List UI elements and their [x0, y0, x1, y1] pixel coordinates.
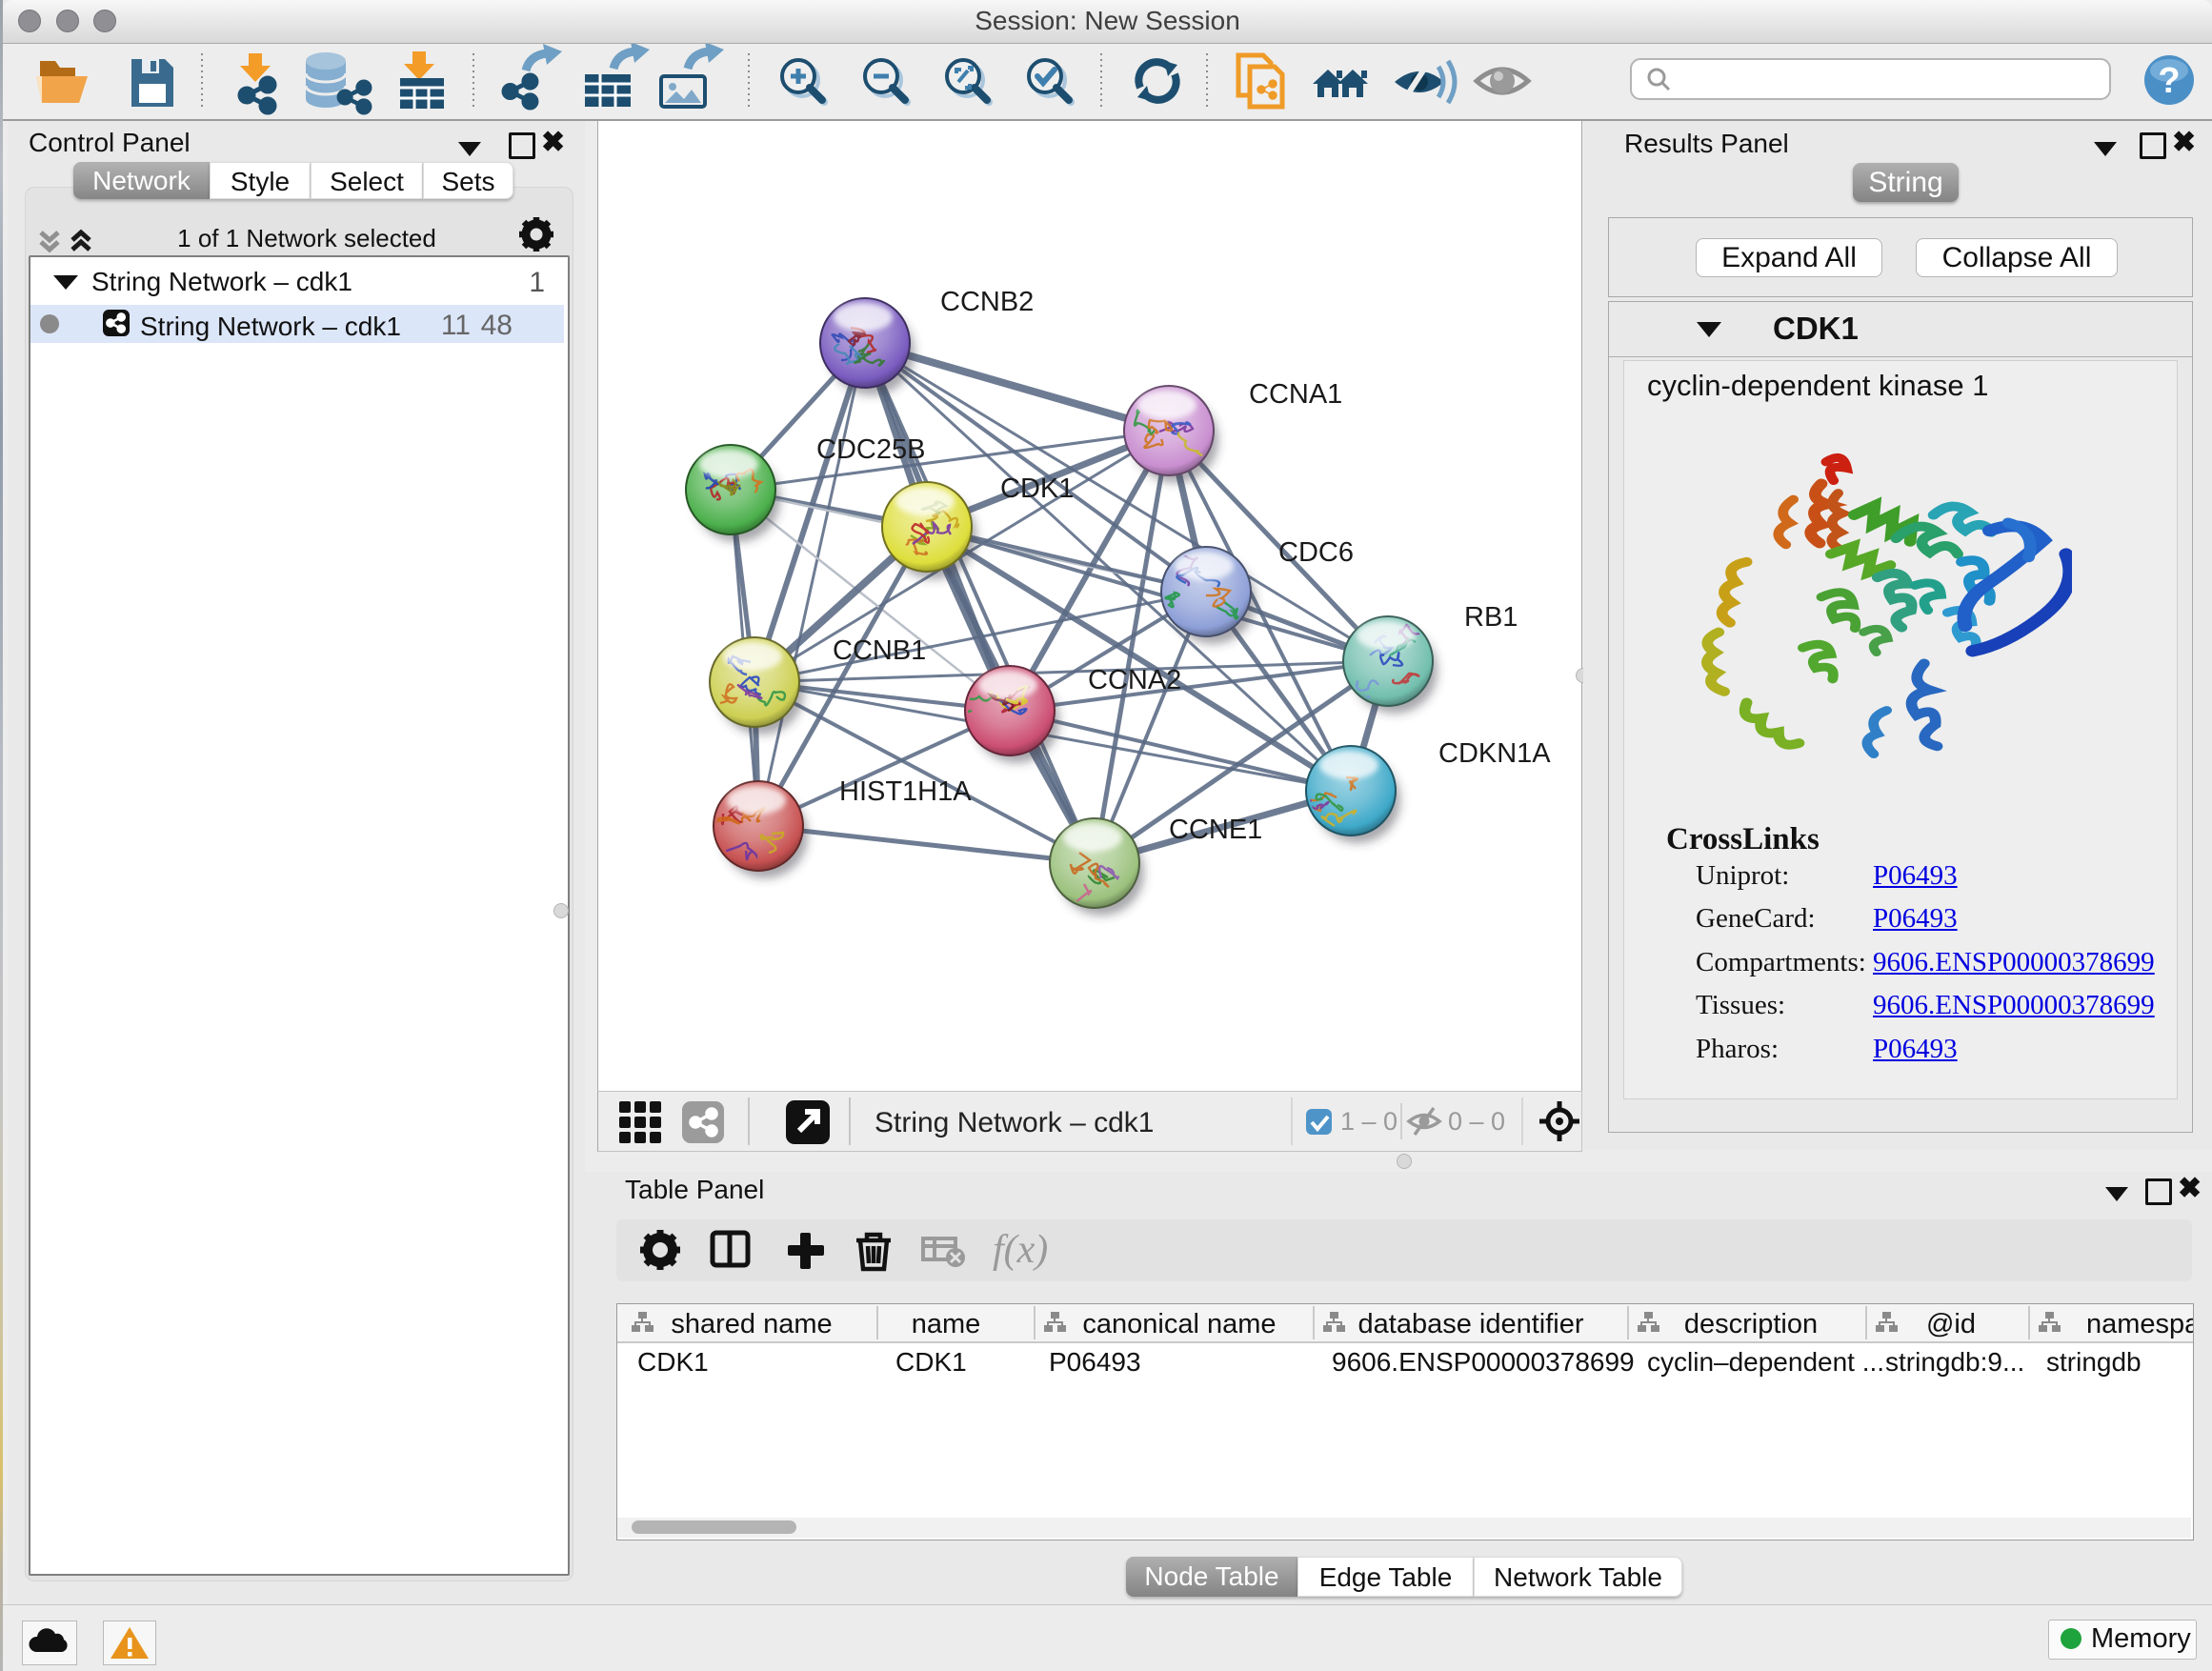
svg-text:HIST1H1A: HIST1H1A — [839, 776, 972, 807]
svg-text:CCNE1: CCNE1 — [1169, 815, 1262, 845]
svg-text:CCNA1: CCNA1 — [1249, 379, 1342, 410]
svg-text:shared name: shared name — [671, 1309, 832, 1339]
svg-text:CCNB2: CCNB2 — [940, 287, 1034, 317]
svg-text:f(x): f(x) — [993, 1228, 1048, 1272]
svg-text:0 – 0: 0 – 0 — [1448, 1107, 1505, 1136]
svg-text:CCNA2: CCNA2 — [1088, 665, 1181, 695]
svg-text:@id: @id — [1926, 1309, 1976, 1339]
svg-text:CDKN1A: CDKN1A — [1438, 738, 1551, 769]
svg-text:RB1: RB1 — [1464, 602, 1518, 633]
svg-text:String Network – cdk1: String Network – cdk1 — [875, 1107, 1154, 1138]
svg-text:CDC6: CDC6 — [1278, 537, 1354, 568]
svg-text:CDK1: CDK1 — [1000, 473, 1074, 504]
svg-text:canonical name: canonical name — [1082, 1309, 1276, 1339]
svg-text:name: name — [912, 1309, 981, 1339]
svg-text:?: ? — [2158, 61, 2180, 101]
svg-text:namespac: namespac — [2086, 1309, 2193, 1339]
svg-text:CDC25B: CDC25B — [816, 434, 925, 465]
svg-text:CCNB1: CCNB1 — [833, 635, 926, 666]
svg-text:1 of 1 Network selected: 1 of 1 Network selected — [177, 224, 436, 252]
svg-text:1 – 0: 1 – 0 — [1340, 1107, 1398, 1136]
svg-text:description: description — [1684, 1309, 1818, 1339]
svg-text:database identifier: database identifier — [1358, 1309, 1584, 1339]
